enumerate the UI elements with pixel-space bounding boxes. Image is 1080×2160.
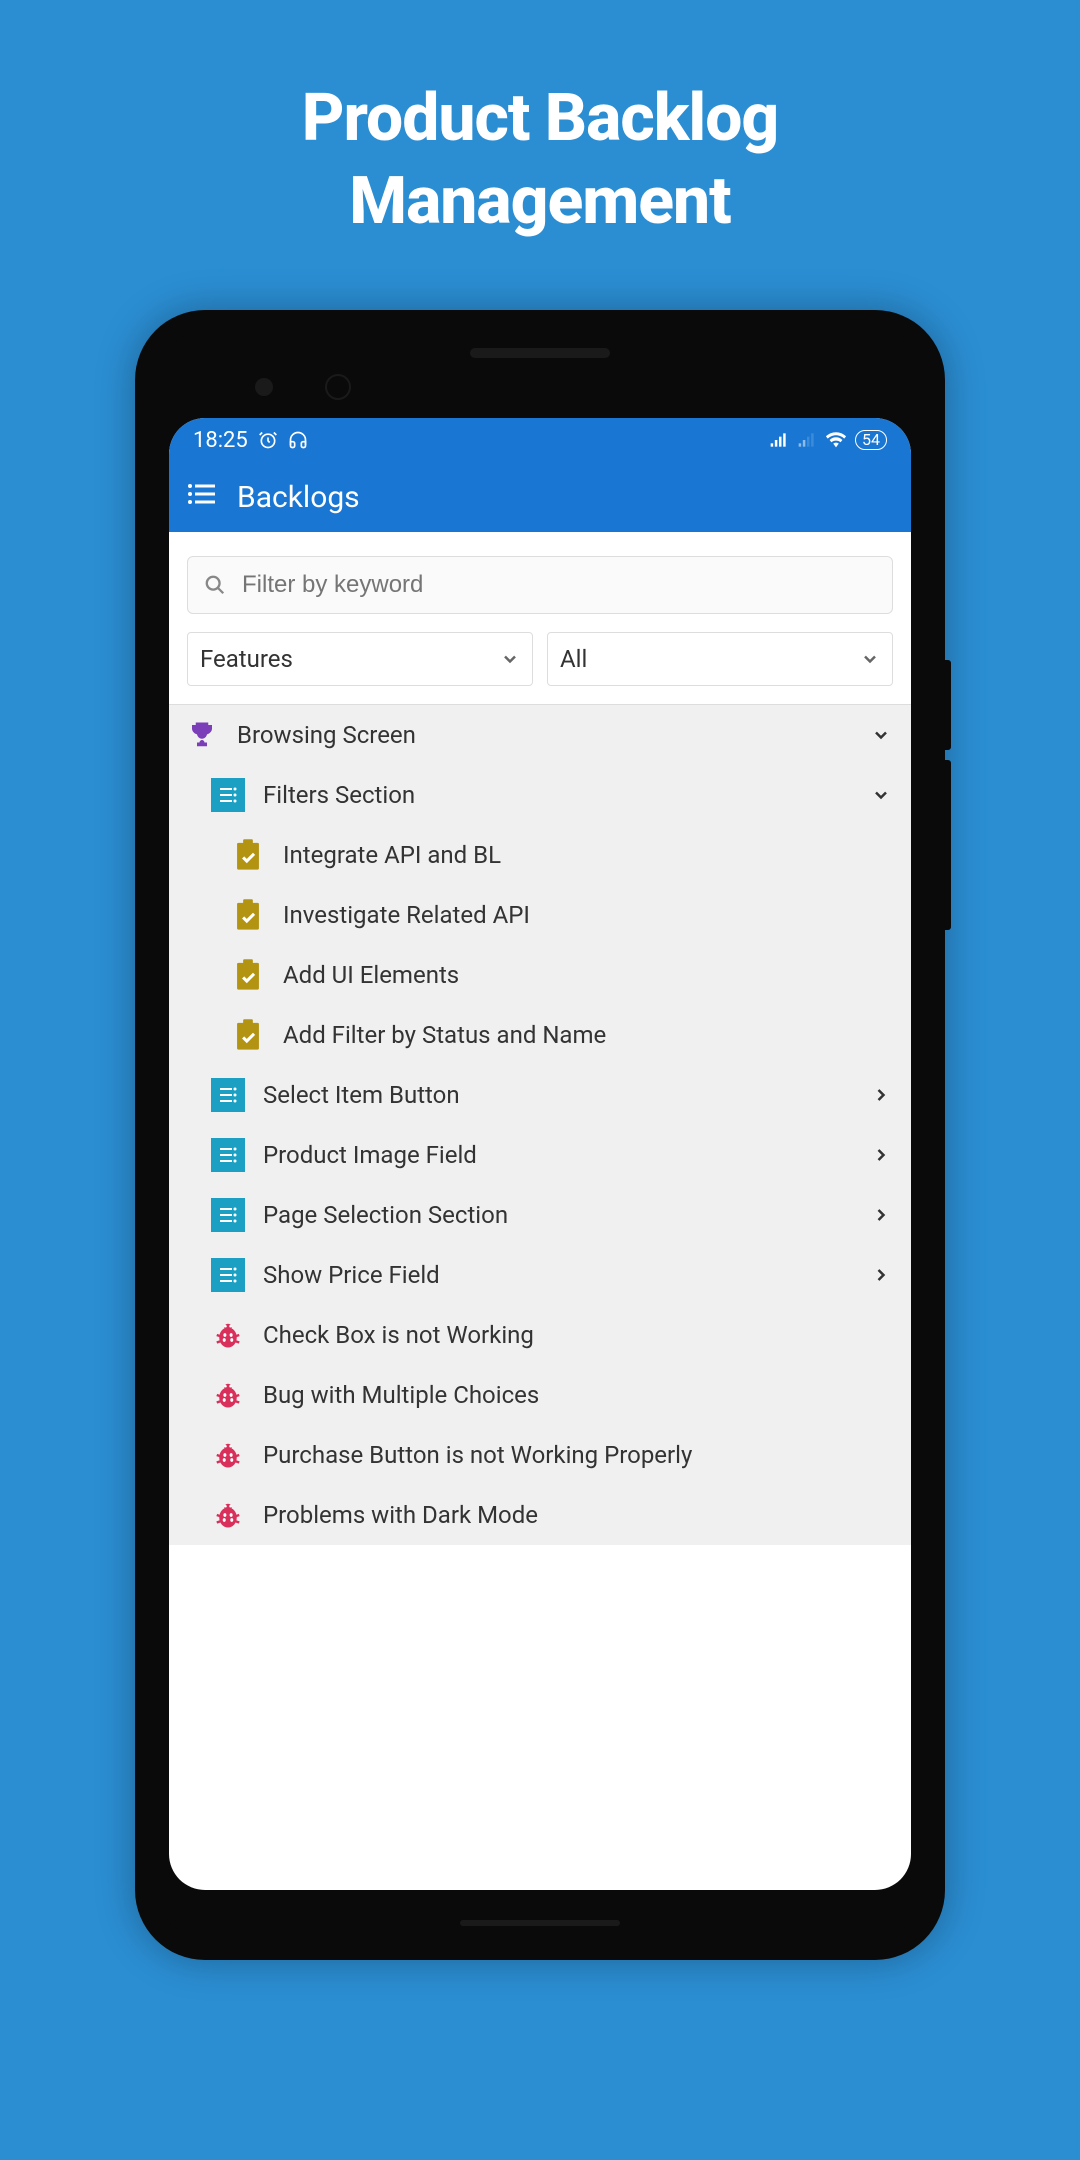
tree-item-feature[interactable]: Select Item Button (169, 1065, 911, 1125)
search-input[interactable] (242, 571, 876, 599)
tree-item-feature[interactable]: Page Selection Section (169, 1185, 911, 1245)
tree-item-task[interactable]: Integrate API and BL (169, 825, 911, 885)
signal-icon-2 (797, 430, 817, 450)
chevron-down-icon (860, 649, 880, 669)
chevron-right-icon[interactable] (871, 1083, 895, 1107)
app-bar: Backlogs (169, 462, 911, 532)
app-title: Backlogs (237, 480, 360, 515)
tree-item-feature[interactable]: Filters Section (169, 765, 911, 825)
chevron-right-icon[interactable] (871, 1263, 895, 1287)
feature-icon (211, 1258, 245, 1292)
clipboard-check-icon (231, 958, 265, 992)
status-bar: 18:25 (169, 418, 911, 462)
phone-home-bar (460, 1920, 620, 1926)
tree-label: Bug with Multiple Choices (263, 1381, 895, 1409)
promo-title: Product Backlog Management (0, 0, 1080, 243)
chevron-down-icon[interactable] (871, 783, 895, 807)
chevron-right-icon[interactable] (871, 1143, 895, 1167)
feature-icon (211, 778, 245, 812)
tree-label: Check Box is not Working (263, 1321, 895, 1349)
chevron-down-icon (500, 649, 520, 669)
tree-item-epic[interactable]: Browsing Screen (169, 705, 911, 765)
wifi-icon (825, 429, 847, 451)
bug-icon (211, 1318, 245, 1352)
trophy-icon (185, 718, 219, 752)
bug-icon (211, 1498, 245, 1532)
battery-indicator: 54 (855, 430, 887, 450)
type-dropdown[interactable]: Features (187, 632, 533, 686)
tree-label: Show Price Field (263, 1261, 853, 1289)
status-time: 18:25 (193, 428, 248, 453)
tree-item-task[interactable]: Add UI Elements (169, 945, 911, 1005)
status-dropdown-label: All (560, 645, 587, 673)
status-dropdown[interactable]: All (547, 632, 893, 686)
feature-icon (211, 1198, 245, 1232)
headphones-icon (288, 430, 308, 450)
feature-icon (211, 1078, 245, 1112)
tree-item-bug[interactable]: Check Box is not Working (169, 1305, 911, 1365)
tree-label: Add Filter by Status and Name (283, 1021, 895, 1049)
filter-section: Features All (169, 532, 911, 704)
backlog-tree: Browsing Screen Filters Section Integrat… (169, 704, 911, 1545)
tree-label: Browsing Screen (237, 721, 853, 749)
search-icon (204, 574, 226, 596)
phone-speaker (470, 348, 610, 358)
tree-item-task[interactable]: Add Filter by Status and Name (169, 1005, 911, 1065)
search-box[interactable] (187, 556, 893, 614)
tree-item-feature[interactable]: Product Image Field (169, 1125, 911, 1185)
signal-icon (769, 430, 789, 450)
tree-label: Add UI Elements (283, 961, 895, 989)
phone-camera (325, 374, 351, 400)
feature-icon (211, 1138, 245, 1172)
bug-icon (211, 1438, 245, 1472)
clipboard-check-icon (231, 898, 265, 932)
tree-label: Problems with Dark Mode (263, 1501, 895, 1529)
phone-frame: 18:25 (135, 310, 945, 1960)
bug-icon (211, 1378, 245, 1412)
alarm-icon (258, 430, 278, 450)
app-screen: 18:25 (169, 418, 911, 1890)
tree-label: Page Selection Section (263, 1201, 853, 1229)
tree-label: Integrate API and BL (283, 841, 895, 869)
tree-label: Filters Section (263, 781, 853, 809)
tree-label: Purchase Button is not Working Properly (263, 1441, 895, 1469)
clipboard-check-icon (231, 838, 265, 872)
tree-item-bug[interactable]: Bug with Multiple Choices (169, 1365, 911, 1425)
clipboard-check-icon (231, 1018, 265, 1052)
tree-label: Product Image Field (263, 1141, 853, 1169)
tree-item-bug[interactable]: Purchase Button is not Working Properly (169, 1425, 911, 1485)
tree-item-feature[interactable]: Show Price Field (169, 1245, 911, 1305)
phone-sensor (255, 378, 273, 396)
chevron-down-icon[interactable] (871, 723, 895, 747)
chevron-right-icon[interactable] (871, 1203, 895, 1227)
type-dropdown-label: Features (200, 645, 293, 673)
side-button (945, 760, 951, 930)
side-button (945, 660, 951, 750)
menu-icon[interactable] (187, 482, 215, 512)
tree-item-bug[interactable]: Problems with Dark Mode (169, 1485, 911, 1545)
tree-label: Select Item Button (263, 1081, 853, 1109)
tree-label: Investigate Related API (283, 901, 895, 929)
tree-item-task[interactable]: Investigate Related API (169, 885, 911, 945)
